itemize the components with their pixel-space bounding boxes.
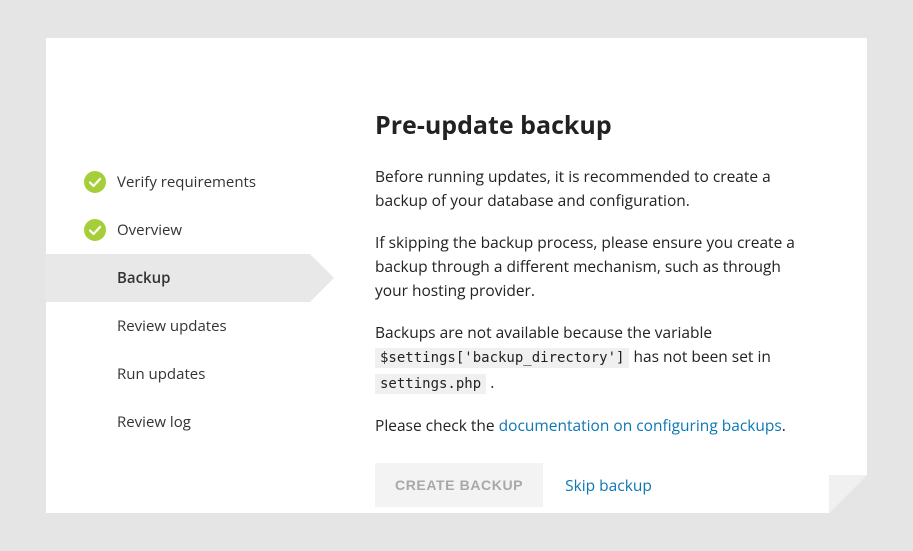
check-icon: [83, 218, 107, 242]
docs-paragraph: Please check the documentation on config…: [375, 413, 807, 437]
warning-text-post: .: [490, 371, 494, 393]
current-step-icon: [83, 266, 107, 290]
docs-link[interactable]: documentation on configuring backups: [499, 414, 782, 436]
step-overview[interactable]: Overview: [46, 206, 310, 254]
step-review-updates[interactable]: Review updates: [46, 302, 310, 350]
action-bar: CREATE BACKUP Skip backup: [375, 463, 807, 507]
step-backup[interactable]: Backup: [46, 254, 310, 302]
step-label: Verify requirements: [117, 172, 256, 192]
main-content: Pre-update backup Before running updates…: [310, 68, 867, 513]
step-label: Backup: [117, 268, 171, 288]
step-label: Review log: [117, 412, 191, 432]
warning-text-mid: has not been set in: [633, 345, 770, 367]
step-label: Run updates: [117, 364, 205, 384]
installer-card: Verify requirements Overview Backup Revi…: [46, 38, 867, 513]
warning-paragraph: Backups are not available because the va…: [375, 320, 807, 395]
step-label: Review updates: [117, 316, 227, 336]
corner-fold-decoration: [829, 475, 867, 513]
step-verify-requirements[interactable]: Verify requirements: [46, 158, 310, 206]
check-icon: [83, 170, 107, 194]
step-review-log[interactable]: Review log: [46, 398, 310, 446]
intro-paragraph-2: If skipping the backup process, please e…: [375, 230, 807, 302]
intro-paragraph-1: Before running updates, it is recommende…: [375, 164, 807, 212]
skip-backup-link[interactable]: Skip backup: [565, 474, 652, 496]
step-label: Overview: [117, 220, 182, 240]
code-settings-file: settings.php: [375, 374, 486, 394]
step-run-updates[interactable]: Run updates: [46, 350, 310, 398]
docs-text-post: .: [782, 414, 786, 436]
code-settings-var: $settings['backup_directory']: [375, 348, 629, 368]
page-title: Pre-update backup: [375, 108, 807, 142]
docs-text-pre: Please check the: [375, 414, 499, 436]
step-sidebar: Verify requirements Overview Backup Revi…: [46, 68, 310, 513]
warning-text-pre: Backups are not available because the va…: [375, 321, 712, 343]
create-backup-button: CREATE BACKUP: [375, 463, 543, 507]
